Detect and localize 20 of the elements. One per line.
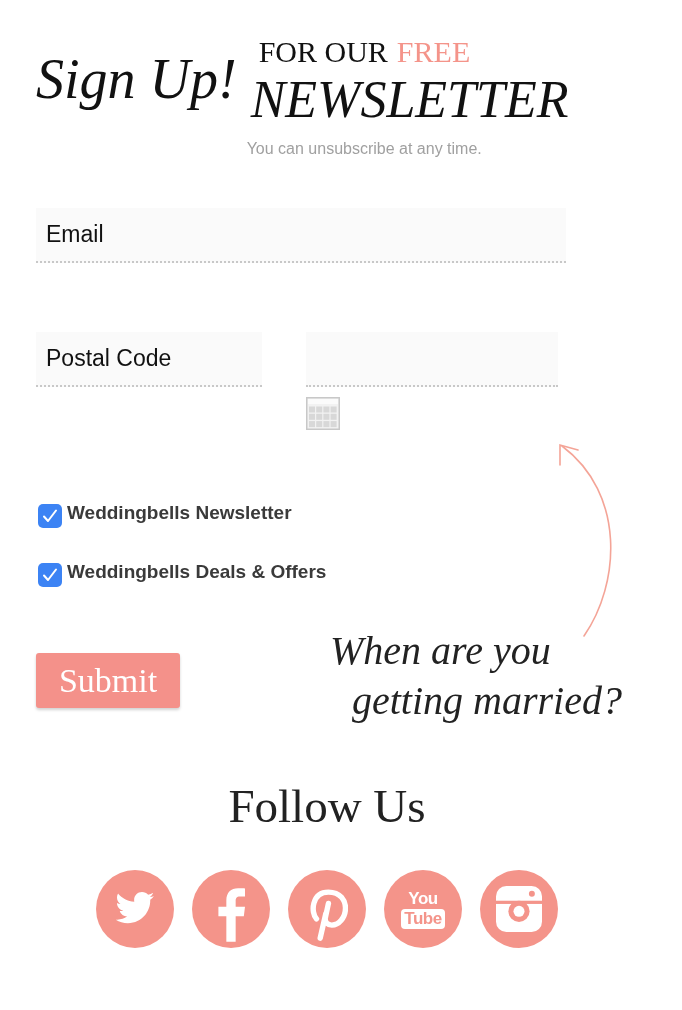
kicker-word: FREE (396, 36, 471, 68)
unsubscribe-note: You can unsubscribe at any time. (246, 140, 483, 158)
checkbox-label[interactable]: Weddingbells Newsletter (67, 502, 292, 524)
script-title: Sign Up! (36, 47, 237, 112)
follow-title: Follow Us (228, 779, 426, 834)
input-field[interactable]: Email (36, 208, 566, 263)
check-icon (42, 509, 58, 523)
checkbox[interactable] (38, 504, 62, 528)
input-field[interactable]: Postal Code (36, 332, 262, 387)
checkbox-label[interactable]: Weddingbells Deals & Offers (67, 561, 327, 583)
kicker-word: FOR OUR (258, 36, 388, 68)
check-icon (42, 568, 58, 582)
letter-f-icon (217, 888, 245, 942)
headline: NEWSLETTER (250, 72, 569, 128)
checkbox[interactable] (38, 563, 62, 587)
date-field[interactable] (306, 332, 558, 387)
camera-icon (496, 886, 542, 932)
tube-label: Tube (401, 908, 445, 929)
calendar-icon[interactable] (306, 397, 340, 430)
callout-text: When are you getting married? (330, 627, 623, 725)
